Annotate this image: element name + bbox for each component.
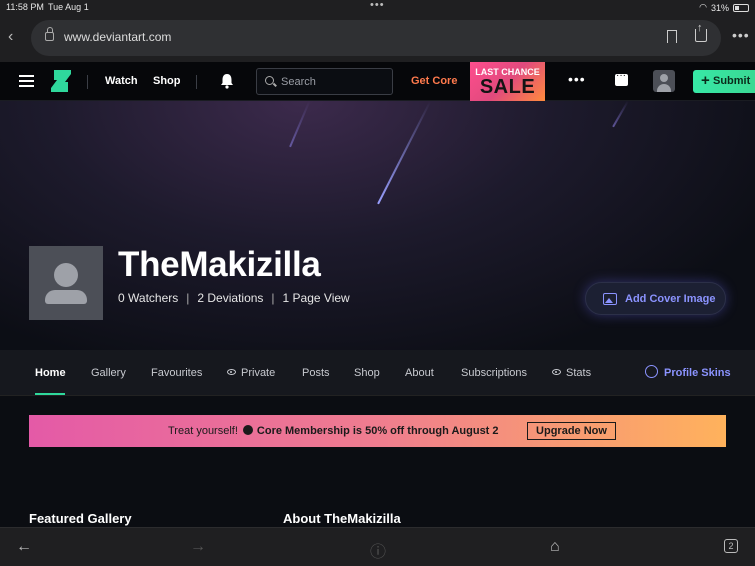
browser-back-icon[interactable]: ‹ bbox=[8, 28, 13, 46]
palette-icon bbox=[645, 365, 658, 378]
menu-icon[interactable] bbox=[19, 75, 34, 87]
wifi-icon: ◠ bbox=[699, 2, 707, 12]
search-box[interactable] bbox=[256, 68, 393, 95]
search-input[interactable] bbox=[281, 75, 386, 89]
tab-shop[interactable]: Shop bbox=[354, 367, 380, 379]
decorative-streak bbox=[612, 101, 629, 128]
deviantart-logo-icon[interactable] bbox=[51, 70, 71, 92]
nav-shop-link[interactable]: Shop bbox=[153, 75, 181, 87]
deviations-count[interactable]: 2 Deviations bbox=[197, 291, 263, 305]
battery-icon bbox=[733, 3, 749, 12]
status-time: 11:58 PM bbox=[6, 2, 44, 12]
promo-banner: Treat yourself! Core Membership is 50% of… bbox=[29, 415, 726, 447]
tab-private-label: Private bbox=[241, 367, 276, 379]
multitask-dots-icon[interactable]: ••• bbox=[370, 0, 385, 11]
add-cover-image-button[interactable]: Add Cover Image bbox=[585, 282, 726, 315]
decorative-streak bbox=[377, 101, 432, 205]
profile-header: TheMakizilla 0 Watchers | 2 Deviations | 1 P… bbox=[0, 101, 755, 350]
profile-tabs: Home Gallery Favourites Private Posts Sh… bbox=[0, 350, 755, 396]
site-navbar: Watch Shop Get Core ••• Submit bbox=[0, 62, 755, 101]
promo-offer: Core Membership is 50% off through Augus… bbox=[256, 425, 499, 437]
get-core-link[interactable]: Get Core bbox=[411, 75, 457, 87]
lock-icon bbox=[45, 27, 54, 41]
page-views-count: 1 Page View bbox=[282, 291, 350, 305]
about-heading: About TheMakizilla bbox=[283, 511, 401, 526]
watchers-count[interactable]: 0 Watchers bbox=[118, 291, 178, 305]
tab-posts[interactable]: Posts bbox=[302, 367, 330, 379]
decorative-streak bbox=[289, 101, 311, 148]
eye-icon bbox=[552, 369, 561, 375]
add-image-icon bbox=[603, 293, 617, 305]
tab-stats[interactable]: Stats bbox=[552, 367, 591, 379]
reader-info-icon[interactable]: ⓘ bbox=[370, 538, 386, 562]
share-icon[interactable] bbox=[695, 22, 707, 42]
profile-skins-label: Profile Skins bbox=[664, 367, 731, 379]
tab-home[interactable]: Home bbox=[35, 367, 66, 379]
chat-icon[interactable] bbox=[615, 70, 628, 86]
nav-watch-link[interactable]: Watch bbox=[105, 75, 138, 87]
tab-private[interactable]: Private bbox=[227, 367, 275, 379]
url-text[interactable]: www.deviantart.com bbox=[64, 30, 171, 44]
browser-toolbar: ‹ www.deviantart.com ••• bbox=[0, 14, 755, 62]
home-icon[interactable]: ⌂ bbox=[550, 538, 560, 556]
submit-button[interactable]: Submit bbox=[693, 70, 755, 93]
search-icon bbox=[265, 76, 274, 85]
bookmark-icon[interactable] bbox=[667, 30, 677, 43]
profile-avatar[interactable] bbox=[29, 246, 103, 320]
back-icon[interactable]: ← bbox=[16, 538, 32, 556]
battery-percent: 31% bbox=[710, 2, 729, 13]
more-icon[interactable]: ••• bbox=[568, 71, 586, 87]
user-avatar-icon[interactable] bbox=[653, 70, 675, 92]
tab-favourites[interactable]: Favourites bbox=[151, 367, 202, 379]
notifications-bell-icon[interactable] bbox=[220, 73, 234, 89]
tab-subscriptions[interactable]: Subscriptions bbox=[461, 367, 527, 379]
profile-skins-button[interactable]: Profile Skins bbox=[645, 365, 731, 379]
tabs-overview-icon[interactable]: 2 bbox=[724, 539, 738, 553]
status-right: ◠ 31% bbox=[699, 2, 749, 13]
address-bar[interactable]: www.deviantart.com ••• bbox=[31, 20, 749, 56]
more-options-icon[interactable]: ••• bbox=[732, 27, 750, 43]
promo-text: Treat yourself! Core Membership is 50% of… bbox=[168, 425, 499, 437]
tab-about[interactable]: About bbox=[405, 367, 434, 379]
nav-divider bbox=[196, 75, 197, 89]
active-tab-indicator bbox=[35, 393, 65, 395]
profile-stats: 0 Watchers | 2 Deviations | 1 Page View bbox=[118, 291, 350, 305]
sale-bottom-text: SALE bbox=[479, 76, 536, 98]
ios-status-bar: 11:58 PM Tue Aug 1 ••• ◠ 31% bbox=[0, 0, 755, 14]
nav-divider bbox=[87, 75, 88, 89]
tab-stats-label: Stats bbox=[566, 367, 592, 379]
profile-username: TheMakizilla bbox=[118, 245, 321, 284]
eye-icon bbox=[227, 369, 236, 375]
sale-banner[interactable]: LAST CHANCE SALE bbox=[470, 62, 545, 101]
promo-lead: Treat yourself! bbox=[168, 425, 238, 437]
browser-bottom-toolbar: ← → ⓘ ⌂ 2 bbox=[0, 527, 755, 566]
tab-gallery[interactable]: Gallery bbox=[91, 367, 126, 379]
featured-gallery-heading: Featured Gallery bbox=[29, 511, 132, 526]
forward-icon[interactable]: → bbox=[190, 538, 206, 556]
deviantart-badge-icon bbox=[242, 425, 253, 435]
status-date: Tue Aug 1 bbox=[48, 2, 89, 12]
add-cover-label: Add Cover Image bbox=[625, 293, 716, 305]
upgrade-now-button[interactable]: Upgrade Now bbox=[527, 422, 616, 440]
